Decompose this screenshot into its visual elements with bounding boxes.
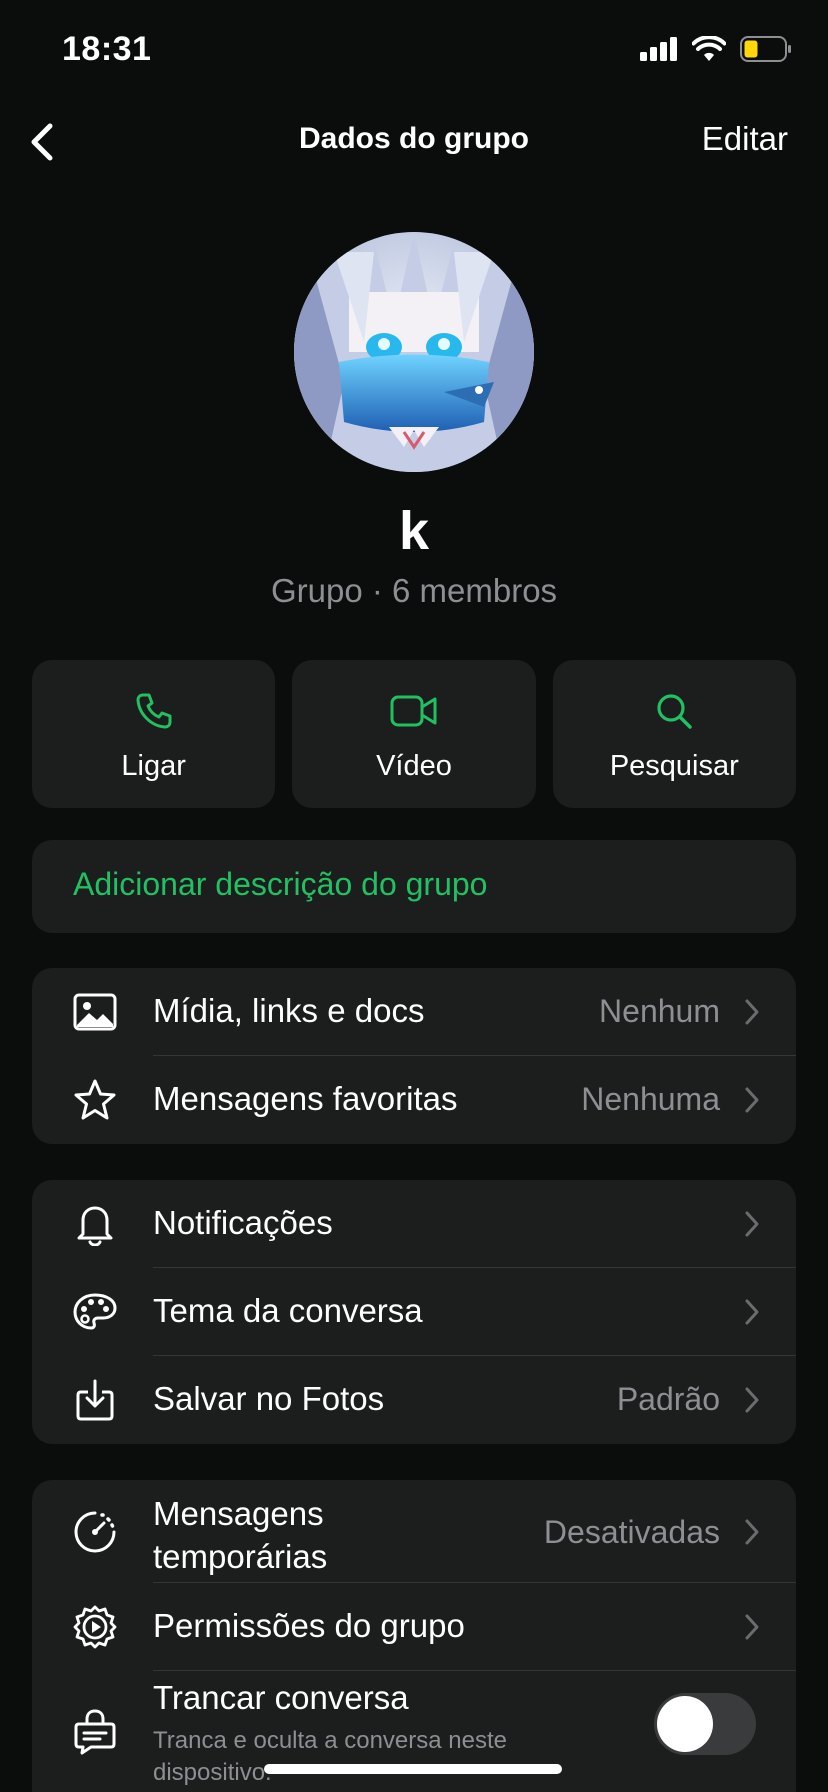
video-label: Vídeo [376, 750, 452, 782]
palette-icon [72, 1268, 118, 1356]
toggle-knob [657, 1696, 713, 1752]
row-label-line2: temporárias [153, 1538, 328, 1575]
row-label-line1: Mensagens [153, 1495, 324, 1532]
phone-icon [134, 688, 174, 734]
lock-chat-icon [72, 1671, 118, 1792]
status-time: 18:31 [62, 30, 152, 68]
image-icon [72, 968, 118, 1056]
row-label: Notificações [153, 1204, 333, 1241]
chevron-right-icon [745, 1299, 759, 1325]
wifi-icon [692, 36, 726, 61]
status-bar: 18:31 [0, 0, 828, 100]
chevron-right-icon [745, 999, 759, 1025]
group-info-screen: 18:31 Dados do grupo Editar k Grupo · 6 … [0, 0, 828, 1792]
save-download-icon [72, 1356, 118, 1444]
add-description-label: Adicionar descrição do grupo [73, 866, 488, 902]
media-section: Mídia, links e docs Nenhum Mensagens fav… [32, 968, 796, 1144]
call-button[interactable]: Ligar [32, 660, 276, 808]
action-buttons: Ligar Vídeo Pesquisar [32, 660, 796, 808]
row-label: Mídia, links e docs [153, 992, 425, 1029]
edit-button[interactable]: Editar [702, 120, 788, 158]
settings-section: Notificações Tema da conversa Salvar no … [32, 1180, 796, 1444]
row-label: Mensagens temporárias [153, 1492, 327, 1578]
row-label: Salvar no Fotos [153, 1380, 385, 1417]
timer-icon [72, 1480, 118, 1583]
group-name: k [398, 501, 430, 561]
video-camera-icon [390, 688, 438, 734]
media-links-docs-row[interactable]: Mídia, links e docs Nenhum [32, 968, 796, 1056]
chevron-right-icon [745, 1387, 759, 1413]
video-button[interactable]: Vídeo [292, 660, 536, 808]
group-permissions-row[interactable]: Permissões do grupo [32, 1583, 796, 1671]
home-indicator[interactable] [264, 1764, 562, 1774]
row-label: Permissões do grupo [153, 1607, 465, 1644]
add-description-button[interactable]: Adicionar descrição do grupo [32, 840, 796, 933]
row-value: Padrão [616, 1381, 720, 1417]
search-label: Pesquisar [609, 750, 739, 782]
navigation-bar: Dados do grupo Editar [0, 100, 828, 180]
lock-chat-toggle[interactable] [654, 1693, 756, 1755]
row-sublabel: Tranca e oculta a conversa neste disposi… [153, 1727, 507, 1786]
chevron-right-icon [745, 1211, 759, 1237]
call-label: Ligar [121, 750, 186, 782]
row-value: Desativadas [543, 1514, 720, 1550]
gear-play-icon [72, 1583, 118, 1671]
starred-messages-row[interactable]: Mensagens favoritas Nenhuma [32, 1056, 796, 1144]
group-subtitle: Grupo · 6 membros [270, 572, 558, 609]
bell-icon [72, 1180, 118, 1268]
group-avatar[interactable] [294, 232, 534, 472]
disappearing-messages-row[interactable]: Mensagens temporárias Desativadas [32, 1480, 796, 1583]
notifications-row[interactable]: Notificações [32, 1180, 796, 1268]
search-button[interactable]: Pesquisar [552, 660, 796, 808]
row-value: Nenhuma [581, 1081, 720, 1117]
status-icons [640, 36, 792, 62]
row-value: Nenhum [599, 993, 720, 1029]
chevron-right-icon [745, 1519, 759, 1545]
row-label: Tema da conversa [153, 1292, 423, 1329]
search-icon [654, 688, 694, 734]
battery-icon [740, 36, 791, 62]
chevron-right-icon [745, 1614, 759, 1640]
privacy-section: Mensagens temporárias Desativadas Permis… [32, 1480, 796, 1792]
row-label: Mensagens favoritas [153, 1080, 458, 1117]
chat-theme-row[interactable]: Tema da conversa [32, 1268, 796, 1356]
star-icon [72, 1056, 118, 1144]
save-to-photos-row[interactable]: Salvar no Fotos Padrão [32, 1356, 796, 1444]
row-label: Trancar conversa [153, 1679, 409, 1716]
avatar-image [294, 232, 534, 472]
chevron-right-icon [745, 1087, 759, 1113]
cellular-signal-icon [640, 37, 677, 61]
